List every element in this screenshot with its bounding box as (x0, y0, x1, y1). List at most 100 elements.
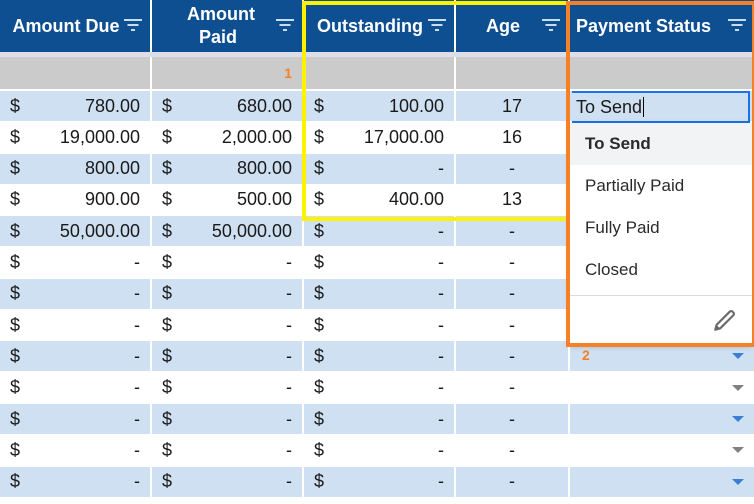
cell-age[interactable]: 16 (456, 122, 568, 152)
option-to-send[interactable]: To Send (570, 123, 752, 165)
cell-outstanding[interactable]: $ - (304, 404, 454, 434)
amount-value: - (438, 439, 444, 460)
summary-cell[interactable]: 1 (152, 57, 302, 89)
amount-value: 100.00 (388, 95, 444, 116)
header-payment-status[interactable]: Payment Status (570, 0, 754, 52)
cell-due[interactable]: $ - (0, 466, 150, 497)
amount-value: - (438, 283, 444, 304)
cell-paid[interactable]: $ - (152, 466, 302, 497)
cell-age[interactable]: - (456, 466, 568, 497)
cell-due[interactable]: $800.00 (0, 153, 150, 184)
cell-outstanding[interactable]: $ - (304, 278, 454, 309)
currency-symbol: $ (162, 314, 173, 335)
cell-age[interactable]: - (456, 153, 568, 184)
cell-due[interactable]: $ - (0, 435, 150, 465)
summary-cell[interactable] (570, 57, 754, 89)
cell-paid[interactable]: $ - (152, 248, 302, 278)
currency-symbol: $ (314, 95, 325, 116)
cell-age[interactable]: - (456, 404, 568, 434)
filter-icon[interactable] (276, 17, 294, 31)
cell-due[interactable]: $50,000.00 (0, 216, 150, 247)
dropdown-arrow-icon[interactable] (732, 478, 744, 485)
cell-age[interactable]: - (456, 310, 568, 340)
amount-value: - (134, 314, 140, 335)
cell-paid[interactable]: $2,000.00 (152, 122, 302, 152)
cell-due[interactable]: $ - (0, 341, 150, 372)
cell-outstanding[interactable]: $ - (304, 310, 454, 340)
currency-symbol: $ (314, 408, 325, 429)
header-age[interactable]: Age (456, 0, 568, 52)
cell-outstanding[interactable]: $ - (304, 153, 454, 184)
cell-outstanding[interactable]: $ - (304, 466, 454, 497)
cell-outstanding[interactable]: $ - (304, 216, 454, 247)
cell-status[interactable] (570, 466, 754, 497)
cell-paid[interactable]: $800.00 (152, 153, 302, 184)
cell-paid[interactable]: $500.00 (152, 185, 302, 215)
cell-due[interactable]: $ - (0, 404, 150, 434)
cell-age[interactable]: - (456, 373, 568, 403)
amount-value: - (286, 439, 292, 460)
cell-age[interactable]: - (456, 248, 568, 278)
cell-status[interactable]: 2 (570, 341, 754, 372)
cell-paid[interactable]: $ - (152, 310, 302, 340)
filter-icon[interactable] (428, 17, 446, 31)
cell-age[interactable]: - (456, 216, 568, 247)
cell-age[interactable]: - (456, 278, 568, 309)
filter-icon[interactable] (728, 17, 746, 31)
cell-due[interactable]: $900.00 (0, 185, 150, 215)
currency-symbol: $ (162, 158, 173, 179)
cell-due[interactable]: $ - (0, 278, 150, 309)
dropdown-arrow-icon[interactable] (732, 416, 744, 422)
cell-due[interactable]: $ - (0, 248, 150, 278)
header-outstanding[interactable]: Outstanding (304, 0, 454, 52)
cell-paid[interactable]: $680.00 (152, 91, 302, 121)
cell-paid[interactable]: $ - (152, 435, 302, 465)
cell-outstanding[interactable]: $ - (304, 341, 454, 372)
cell-status[interactable] (570, 404, 754, 434)
amount-value: - (134, 252, 140, 272)
summary-cell[interactable] (0, 57, 150, 89)
cell-outstanding[interactable]: $ - (304, 435, 454, 465)
cell-paid[interactable]: $ - (152, 373, 302, 403)
filter-icon[interactable] (542, 17, 560, 31)
cell-paid[interactable]: $ - (152, 404, 302, 434)
option-partially-paid[interactable]: Partially Paid (570, 165, 752, 207)
dropdown-arrow-icon[interactable] (732, 447, 744, 454)
cell-outstanding[interactable]: $17,000.00 (304, 122, 454, 152)
amount-value: - (134, 283, 140, 304)
cell-age[interactable]: - (456, 435, 568, 465)
header-label: Amount Due (12, 15, 120, 36)
cell-age[interactable]: 13 (456, 185, 568, 215)
option-fully-paid[interactable]: Fully Paid (570, 207, 752, 249)
cell-paid[interactable]: $ - (152, 278, 302, 309)
cell-due[interactable]: $ - (0, 310, 150, 340)
cell-due[interactable]: $ - (0, 373, 150, 403)
cell-paid[interactable]: $50,000.00 (152, 216, 302, 247)
option-closed[interactable]: Closed (570, 249, 752, 291)
currency-symbol: $ (10, 95, 21, 116)
cell-due[interactable]: $19,000.00 (0, 122, 150, 152)
header-amount-paid[interactable]: Amount Paid (152, 0, 302, 52)
cell-due[interactable]: $780.00 (0, 91, 150, 121)
currency-symbol: $ (10, 408, 21, 429)
amount-value: - (134, 408, 140, 429)
cell-outstanding[interactable]: $100.00 (304, 91, 454, 121)
cell-age[interactable]: 17 (456, 91, 568, 121)
currency-symbol: $ (162, 252, 173, 272)
cell-paid[interactable]: $ - (152, 341, 302, 372)
filter-icon[interactable] (124, 17, 142, 31)
cell-outstanding[interactable]: $ - (304, 248, 454, 278)
summary-cell[interactable] (456, 57, 568, 89)
age-value: - (509, 408, 515, 429)
cell-status[interactable] (570, 435, 754, 465)
cell-status[interactable] (570, 373, 754, 403)
dropdown-arrow-icon[interactable] (732, 353, 744, 360)
payment-status-input[interactable]: To Send (572, 91, 750, 123)
cell-outstanding[interactable]: $400.00 (304, 185, 454, 215)
cell-outstanding[interactable]: $ - (304, 373, 454, 403)
header-amount-due[interactable]: Amount Due (0, 0, 150, 52)
dropdown-arrow-icon[interactable] (732, 384, 744, 391)
pencil-icon[interactable] (712, 307, 738, 333)
summary-cell[interactable] (304, 57, 454, 89)
cell-age[interactable]: - (456, 341, 568, 372)
